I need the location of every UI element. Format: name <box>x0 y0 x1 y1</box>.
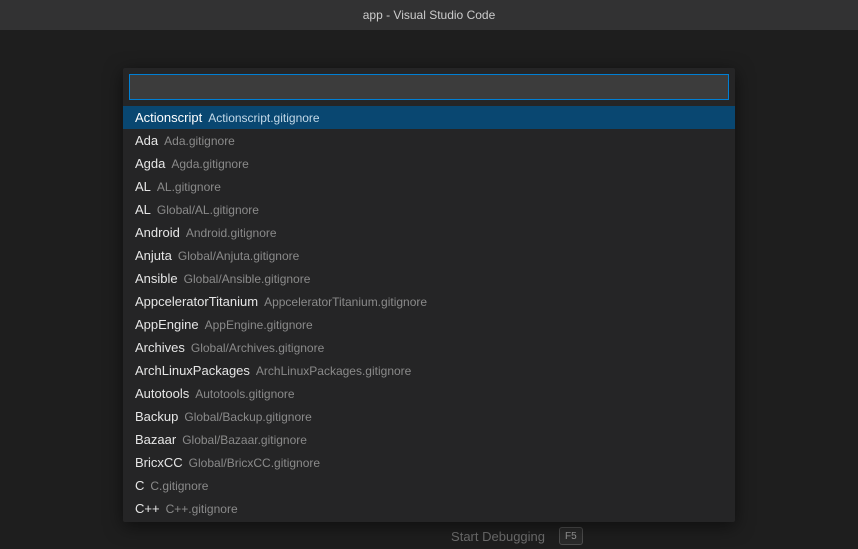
quick-pick: ActionscriptActionscript.gitignoreAdaAda… <box>123 68 735 522</box>
quick-pick-item[interactable]: Agda Agda.gitignore <box>123 152 735 175</box>
welcome-hint-row: Start Debugging F5 <box>169 527 689 545</box>
quick-pick-item-description: Ada.gitignore <box>164 130 235 153</box>
quick-pick-item[interactable]: Backup Global/Backup.gitignore <box>123 405 735 428</box>
quick-pick-item-label: Ada <box>135 129 158 152</box>
quick-pick-item-label: Bazaar <box>135 428 176 451</box>
quick-pick-item[interactable]: Bazaar Global/Bazaar.gitignore <box>123 428 735 451</box>
window-title: app - Visual Studio Code <box>363 8 496 22</box>
quick-pick-item[interactable]: Autotools Autotools.gitignore <box>123 382 735 405</box>
quick-pick-item-label: BricxCC <box>135 451 183 474</box>
quick-pick-item-label: AppceleratorTitanium <box>135 290 258 313</box>
title-bar: app - Visual Studio Code <box>0 0 858 30</box>
quick-pick-item[interactable]: C C.gitignore <box>123 474 735 497</box>
quick-pick-list[interactable]: ActionscriptActionscript.gitignoreAdaAda… <box>123 106 735 520</box>
quick-pick-item[interactable]: Actionscript Actionscript.gitignore <box>123 106 735 129</box>
quick-pick-item[interactable]: BricxCC Global/BricxCC.gitignore <box>123 451 735 474</box>
quick-pick-item-label: Archives <box>135 336 185 359</box>
quick-pick-item-description: AppEngine.gitignore <box>205 314 313 337</box>
quick-pick-item-description: C.gitignore <box>150 475 208 498</box>
quick-pick-item-description: AL.gitignore <box>157 176 221 199</box>
quick-pick-item-description: Global/Backup.gitignore <box>184 406 311 429</box>
quick-pick-input-wrapper <box>123 68 735 106</box>
quick-pick-item[interactable]: AppEngine AppEngine.gitignore <box>123 313 735 336</box>
quick-pick-item[interactable]: C++ C++.gitignore <box>123 497 735 520</box>
quick-pick-item-description: Global/Archives.gitignore <box>191 337 324 360</box>
quick-pick-item[interactable]: AL AL.gitignore <box>123 175 735 198</box>
quick-pick-item-description: Global/AL.gitignore <box>157 199 259 222</box>
quick-pick-item-label: AppEngine <box>135 313 199 336</box>
quick-pick-item-description: Android.gitignore <box>186 222 277 245</box>
quick-pick-item-label: C <box>135 474 144 497</box>
quick-pick-item-label: Actionscript <box>135 106 202 129</box>
quick-pick-item[interactable]: Ansible Global/Ansible.gitignore <box>123 267 735 290</box>
quick-pick-item-description: Agda.gitignore <box>171 153 248 176</box>
quick-pick-item-description: C++.gitignore <box>166 498 238 520</box>
quick-pick-item-description: AppceleratorTitanium.gitignore <box>264 291 427 314</box>
quick-pick-item-label: Anjuta <box>135 244 172 267</box>
quick-pick-item-label: AL <box>135 175 151 198</box>
quick-pick-item-label: Ansible <box>135 267 178 290</box>
quick-pick-item-label: C++ <box>135 497 160 520</box>
quick-pick-input[interactable] <box>129 74 729 100</box>
quick-pick-item-description: ArchLinuxPackages.gitignore <box>256 360 411 383</box>
quick-pick-item-label: ArchLinuxPackages <box>135 359 250 382</box>
quick-pick-item-label: Autotools <box>135 382 189 405</box>
quick-pick-item[interactable]: Android Android.gitignore <box>123 221 735 244</box>
quick-pick-item-description: Global/Anjuta.gitignore <box>178 245 299 268</box>
quick-pick-item[interactable]: Anjuta Global/Anjuta.gitignore <box>123 244 735 267</box>
quick-pick-item-label: Agda <box>135 152 165 175</box>
quick-pick-item-description: Global/Bazaar.gitignore <box>182 429 307 452</box>
quick-pick-item-description: Global/Ansible.gitignore <box>184 268 311 291</box>
quick-pick-item-label: AL <box>135 198 151 221</box>
keycap: F5 <box>559 527 583 545</box>
quick-pick-item-label: Backup <box>135 405 178 428</box>
welcome-hint-label: Start Debugging <box>345 529 545 544</box>
quick-pick-item[interactable]: AppceleratorTitanium AppceleratorTitanium… <box>123 290 735 313</box>
quick-pick-item-label: Android <box>135 221 180 244</box>
quick-pick-item-description: Global/BricxCC.gitignore <box>189 452 320 475</box>
quick-pick-item-description: Autotools.gitignore <box>195 383 294 406</box>
welcome-hint-keys: F5 <box>559 527 689 545</box>
quick-pick-item[interactable]: Ada Ada.gitignore <box>123 129 735 152</box>
quick-pick-item[interactable]: Archives Global/Archives.gitignore <box>123 336 735 359</box>
quick-pick-item[interactable]: ArchLinuxPackages ArchLinuxPackages.gitig… <box>123 359 735 382</box>
quick-pick-item[interactable]: AL Global/AL.gitignore <box>123 198 735 221</box>
quick-pick-item-description: Actionscript.gitignore <box>208 107 319 130</box>
editor-area: Find in FilesCtrl+Shift+FStart Debugging… <box>0 30 858 549</box>
